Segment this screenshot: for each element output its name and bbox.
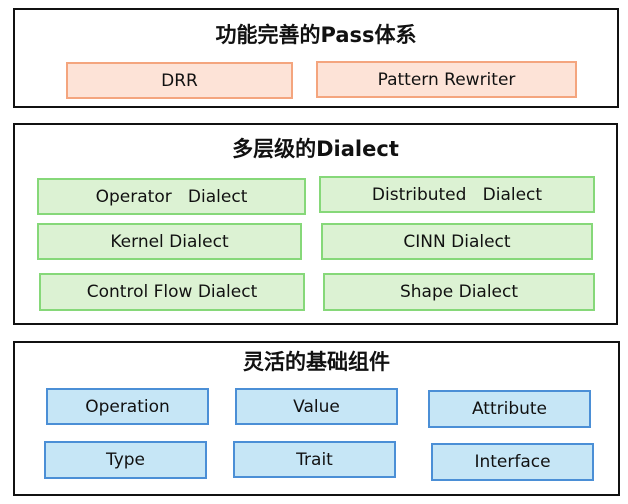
type-box: Type xyxy=(44,441,207,479)
basic-components-title: 灵活的基础组件 xyxy=(243,350,390,374)
dialect-title: 多层级的Dialect xyxy=(232,137,399,161)
kernel-dialect-box: Kernel Dialect xyxy=(37,223,302,260)
shape-dialect-box: Shape Dialect xyxy=(323,273,595,311)
value-box: Value xyxy=(235,388,398,425)
pass-system-title: 功能完善的Pass体系 xyxy=(215,23,417,47)
cinn-dialect-box: CINN Dialect xyxy=(321,223,593,260)
drr-box: DRR xyxy=(66,62,293,99)
interface-box: Interface xyxy=(431,443,594,481)
pattern-rewriter-box: Pattern Rewriter xyxy=(316,61,577,98)
trait-box: Trait xyxy=(233,441,396,478)
attribute-box: Attribute xyxy=(428,390,591,428)
control-flow-dialect-box: Control Flow Dialect xyxy=(39,273,305,311)
distributed-dialect-box: Distributed Dialect xyxy=(319,176,595,213)
operation-box: Operation xyxy=(46,388,209,425)
operator-dialect-box: Operator Dialect xyxy=(37,178,306,215)
